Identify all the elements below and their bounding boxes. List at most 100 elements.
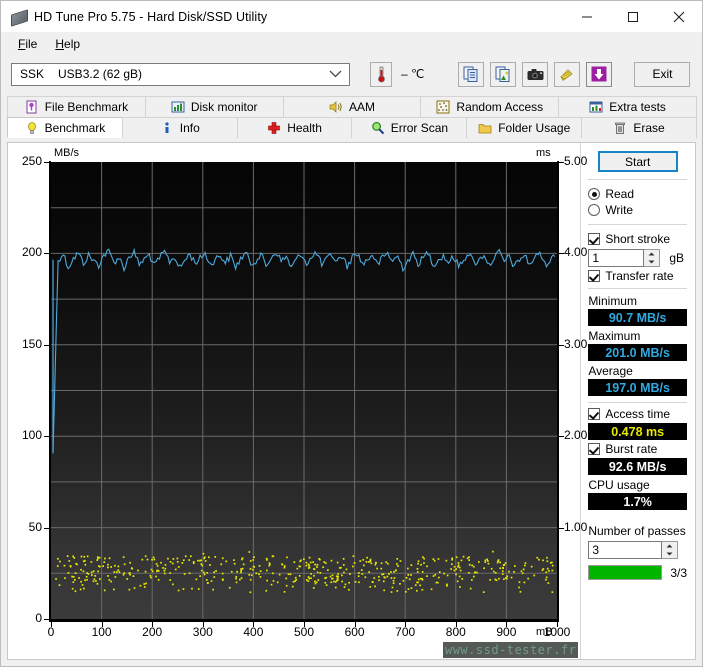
folder-icon: [478, 121, 492, 135]
burst-rate-label: Burst rate: [605, 442, 657, 456]
y2-tick-mark: [558, 253, 564, 254]
y-tick-mark: [44, 162, 50, 163]
stepper-buttons[interactable]: [644, 249, 660, 267]
tab-label: Health: [287, 121, 322, 135]
magnifier-icon: [371, 121, 385, 135]
copy-icon[interactable]: [458, 62, 484, 87]
passes-input[interactable]: 3: [588, 541, 662, 559]
tab-folder-usage[interactable]: Folder Usage: [466, 117, 582, 138]
tab-bar: File Benchmark Disk monitor AAM Random A…: [7, 96, 696, 138]
stepper-up-icon[interactable]: [644, 250, 659, 258]
stepper-down-icon[interactable]: [662, 550, 677, 558]
tab-label: Erase: [633, 121, 664, 135]
exit-label: Exit: [652, 67, 672, 81]
copy-image-icon[interactable]: [490, 62, 516, 87]
thermometer-icon[interactable]: [370, 62, 392, 87]
tab-aam[interactable]: AAM: [283, 96, 422, 117]
y-tick-mark: [44, 436, 50, 437]
stepper-up-icon[interactable]: [662, 542, 677, 550]
watermark: www.ssd-tester.fr: [443, 642, 578, 658]
checkbox-burst-rate[interactable]: Burst rate: [588, 442, 687, 456]
x-axis-unit: mB: [536, 626, 553, 638]
y-tick-mark: [44, 345, 50, 346]
brush-icon[interactable]: [554, 62, 580, 87]
benchmark-panel: MB/s ms 050100150200250 1.002.003.004.00…: [7, 142, 696, 660]
save-download-icon[interactable]: [586, 62, 612, 87]
menu-file[interactable]: FFileile: [9, 35, 46, 53]
x-tick-label: 300: [183, 625, 223, 639]
x-tick-mark: [405, 622, 406, 627]
drive-select[interactable]: SSK USB3.2 (62 gB): [11, 63, 350, 86]
access-time-value: 0.478 ms: [588, 423, 687, 440]
lightbulb-icon: [25, 121, 39, 135]
x-tick-label: 800: [436, 625, 476, 639]
tab-label: Folder Usage: [498, 121, 570, 135]
x-tick-label: 900: [486, 625, 526, 639]
transfer-rate-label: Transfer rate: [605, 269, 673, 283]
tab-erase[interactable]: Erase: [581, 117, 697, 138]
y2-tick-mark: [558, 345, 564, 346]
x-tick-mark: [355, 622, 356, 627]
tab-error-scan[interactable]: Error Scan: [351, 117, 467, 138]
panel-divider: [580, 143, 581, 659]
chevron-down-icon: [329, 67, 342, 81]
checkbox-short-stroke[interactable]: Short stroke: [588, 232, 687, 246]
minimum-label: Minimum: [588, 294, 687, 308]
minimize-button[interactable]: [564, 1, 610, 32]
divider: [588, 224, 687, 225]
tab-info[interactable]: Info: [122, 117, 238, 138]
radio-read[interactable]: Read: [588, 187, 687, 201]
maximize-button[interactable]: [610, 1, 656, 32]
tab-random-access[interactable]: Random Access: [420, 96, 559, 117]
burst-rate-value: 92.6 MB/s: [588, 458, 687, 475]
divider: [588, 288, 687, 289]
tab-disk-monitor[interactable]: Disk monitor: [145, 96, 284, 117]
toolbar-buttons: [458, 62, 612, 87]
y-axis-line: [49, 161, 51, 621]
x-tick-mark: [456, 622, 457, 627]
exit-button[interactable]: Exit: [634, 62, 690, 87]
x-tick-label: 400: [233, 625, 273, 639]
x-tick-mark: [253, 622, 254, 627]
short-stroke-stepper[interactable]: 1 gB: [588, 249, 687, 267]
x-tick-label: 0: [31, 625, 71, 639]
stepper-down-icon[interactable]: [644, 258, 659, 266]
info-icon: [160, 121, 174, 135]
radio-write[interactable]: Write: [588, 203, 687, 217]
radio-read-icon: [588, 188, 600, 200]
tab-benchmark[interactable]: Benchmark: [7, 117, 123, 138]
progress-text: 3/3: [670, 566, 687, 580]
temperature-widget: – ℃: [370, 62, 424, 87]
passes-label: Number of passes: [588, 524, 687, 538]
y2-tick-mark: [558, 436, 564, 437]
y2-axis-line: [557, 161, 559, 621]
checkbox-icon: [588, 408, 600, 420]
short-stroke-label: Short stroke: [605, 232, 670, 246]
checkbox-access-time[interactable]: Access time: [588, 407, 687, 421]
tab-health[interactable]: Health: [237, 117, 353, 138]
passes-stepper[interactable]: 3: [588, 541, 687, 559]
tab-label: Info: [180, 121, 200, 135]
close-button[interactable]: [656, 1, 702, 32]
tab-file-benchmark[interactable]: File Benchmark: [7, 96, 146, 117]
y-tick-mark: [44, 619, 50, 620]
y2-tick-mark: [558, 528, 564, 529]
health-cross-icon: [267, 121, 281, 135]
checkbox-transfer-rate[interactable]: Transfer rate: [588, 269, 687, 283]
radio-write-label: Write: [605, 203, 633, 217]
hd-tune-window: HD Tune Pro 5.75 - Hard Disk/SSD Utility…: [0, 0, 703, 667]
x-tick-label: 700: [385, 625, 425, 639]
stepper-buttons[interactable]: [662, 541, 678, 559]
hard-disk-icon: [11, 9, 27, 25]
short-stroke-input[interactable]: 1: [588, 249, 644, 267]
menu-help[interactable]: Help: [46, 35, 89, 53]
average-value: 197.0 MB/s: [588, 379, 687, 396]
screenshot-camera-icon[interactable]: [522, 62, 548, 87]
title-bar: HD Tune Pro 5.75 - Hard Disk/SSD Utility: [1, 1, 702, 32]
start-label: Start: [625, 155, 650, 169]
checkbox-icon: [588, 233, 600, 245]
tab-extra-tests[interactable]: Extra tests: [558, 96, 697, 117]
start-button[interactable]: Start: [598, 151, 678, 172]
drive-model: USB3.2 (62 gB): [58, 67, 142, 81]
maximum-value: 201.0 MB/s: [588, 344, 687, 361]
